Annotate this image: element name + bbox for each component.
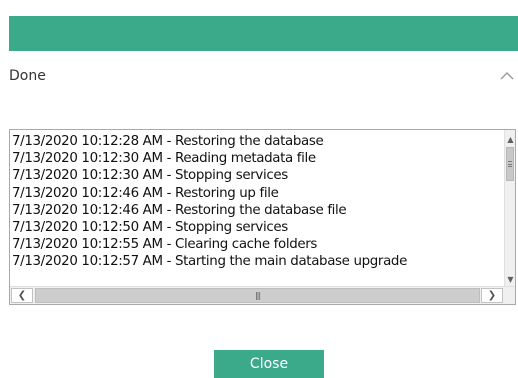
status-label: Done (9, 68, 46, 84)
horizontal-scroll-thumb[interactable]: ||| (35, 288, 480, 303)
horizontal-scrollbar[interactable]: ❮ ||| ❯ (10, 286, 515, 304)
vertical-scroll-thumb[interactable] (506, 147, 514, 181)
progress-bar (9, 16, 518, 51)
log-content: 7/13/2020 10:12:28 AM - Restoring the da… (12, 133, 503, 285)
log-line: 7/13/2020 10:12:46 AM - Restoring the da… (12, 202, 347, 218)
log-line: 7/13/2020 10:12:28 AM - Restoring the da… (12, 134, 324, 149)
log-line: 7/13/2020 10:12:50 AM - Stopping service… (12, 220, 288, 236)
status-row: Done (9, 66, 518, 90)
arrow-left-icon[interactable]: ❮ (11, 288, 33, 303)
chevron-up-icon[interactable] (500, 68, 514, 82)
arrow-right-icon[interactable]: ❯ (481, 288, 503, 303)
log-line: 7/13/2020 10:12:57 AM - Starting the mai… (12, 254, 407, 270)
log-line: 7/13/2020 10:12:46 AM - Restoring up fil… (12, 185, 279, 201)
progress-fill (9, 16, 518, 51)
vertical-scrollbar[interactable]: ▲ ▼ (504, 130, 515, 286)
log-textbox[interactable]: 7/13/2020 10:12:28 AM - Restoring the da… (9, 129, 516, 305)
log-line: 7/13/2020 10:12:55 AM - Clearing cache f… (12, 237, 318, 253)
log-line: 7/13/2020 10:12:30 AM - Stopping service… (12, 168, 288, 184)
close-button[interactable]: Close (214, 350, 324, 378)
arrow-down-icon[interactable]: ▼ (505, 274, 515, 286)
arrow-up-icon[interactable]: ▲ (505, 134, 515, 146)
log-line: 7/13/2020 10:12:30 AM - Reading metadata… (12, 151, 316, 167)
